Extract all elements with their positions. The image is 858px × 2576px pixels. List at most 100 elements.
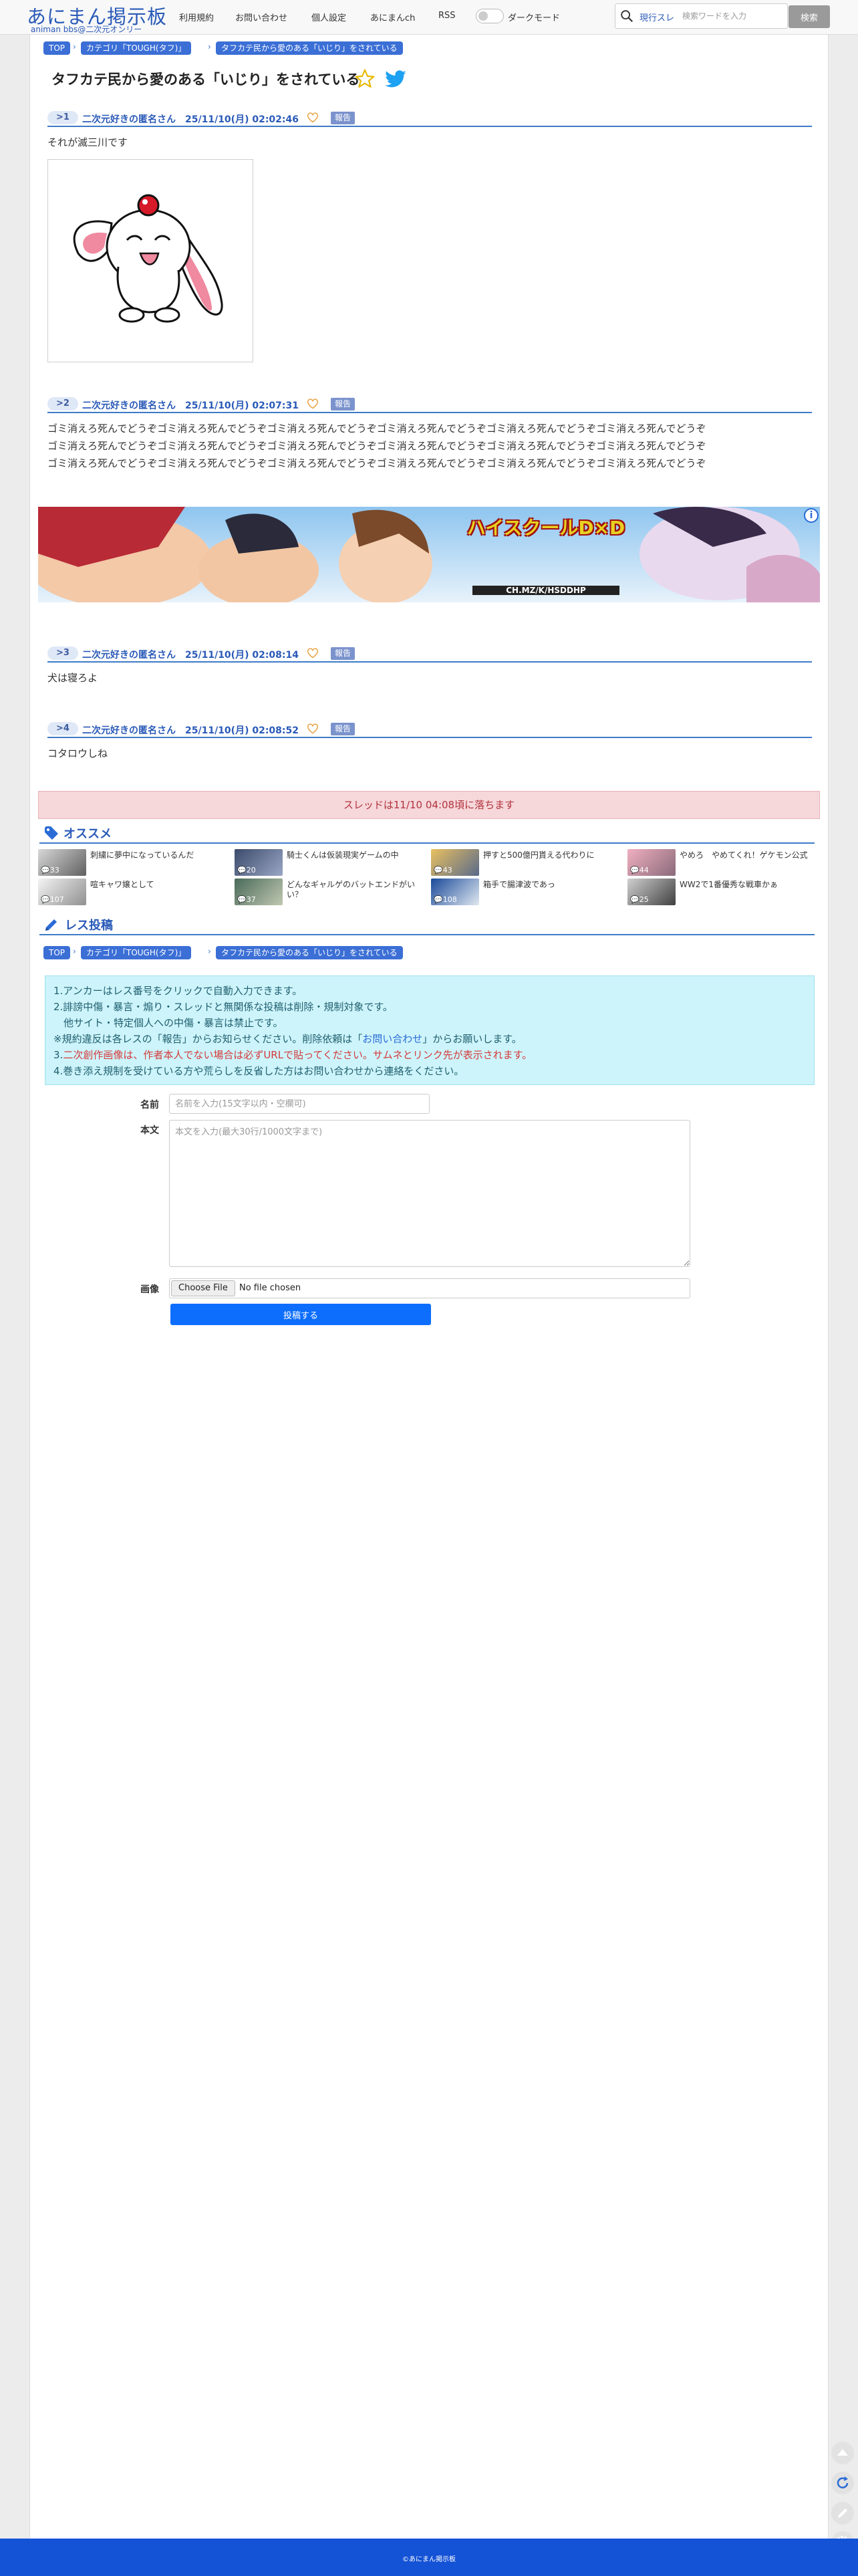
thread-expiry-notice: スレッドは11/10 04:08頃に落ちます [38,791,820,819]
post-number[interactable]: >3 [47,647,78,660]
post-image[interactable] [47,159,253,362]
ad-subtitle: CH.MZ/K/HSDDHP [472,586,619,595]
post-body: コタロウしね [47,747,108,759]
report-button[interactable]: 報告 [331,112,355,124]
search-input[interactable] [682,7,786,25]
rule-line: 4.巻き添え規制を受けている方や荒らしを反省した方はお問い合わせから連絡をくださ… [53,1065,464,1077]
recommend-item-title: 刺繍に夢中になっているんだ [90,850,194,860]
recommend-title: オススメ [63,827,112,841]
breadcrumb-separator: › [208,947,211,956]
dark-mode-toggle[interactable] [476,9,504,23]
rule-line: 他サイト・特定個人への中傷・暴言は禁止です。 [53,1017,283,1029]
recommend-item-title: 押すと500億円貰える代わりに [483,850,595,860]
twitter-share-icon[interactable] [384,70,407,90]
post-number[interactable]: >2 [47,397,78,411]
recommend-thumbnail: 💬33 [38,849,86,876]
like-heart-icon[interactable] [307,648,319,659]
comment-count: 💬43 [434,866,452,874]
recommend-item[interactable]: 💬33 刺繍に夢中になっているんだ [38,849,232,876]
name-input[interactable] [169,1094,430,1114]
post-body-line: ゴミ消えろ死んでどうぞゴミ消えろ死んでどうぞゴミ消えろ死んでどうぞゴミ消えろ死ん… [47,423,706,435]
recommend-item[interactable]: 💬20 騎士くんは仮装現実ゲームの中 [235,849,428,876]
dark-mode-label: ダークモード [508,13,561,23]
recommend-thumbnail: 💬107 [38,879,86,905]
like-heart-icon[interactable] [307,398,319,409]
main-content: TOP › カテゴリ「TOUGH(タフ)」 › タフカテ民から愛のある「いじり」… [29,35,829,2539]
posting-rules: 1.アンカーはレス番号をクリックで自動入力できます。 2.誹謗中傷・暴言・煽り・… [45,975,815,1085]
recommend-item[interactable]: 💬43 押すと500億円貰える代わりに [431,849,625,876]
report-button[interactable]: 報告 [331,398,355,411]
file-status: No file chosen [239,1283,301,1293]
site-logo[interactable]: あにまん掲示板 animan bbs@二次元オンリー [27,1,170,34]
recommend-item[interactable]: 💬44 やめろ やめてくれ！ゲケモン公式 [627,849,821,876]
like-heart-icon[interactable] [307,723,319,734]
search-scope-select[interactable]: 現行スレ [639,11,674,23]
report-button[interactable]: 報告 [331,647,355,660]
breadcrumb-category[interactable]: カテゴリ「TOUGH(タフ)」 [81,946,192,959]
report-button[interactable]: 報告 [331,723,355,735]
post-body: それが滅三川です [47,136,128,148]
favorite-star-icon[interactable] [354,68,376,90]
post-number[interactable]: >1 [47,111,78,124]
breadcrumb-thread[interactable]: タフカテ民から愛のある「いじり」をされている [216,946,403,959]
recommend-item[interactable]: 💬108 箱手で腸津波であっ [431,879,625,905]
recommend-item-title: WW2で1番優秀な戦車かぁ [680,880,778,889]
post-author-date: 二次元好きの匿名さん 25/11/10(月) 02:07:31 [82,400,299,411]
search-box: 現行スレ [615,3,788,29]
footer-copyright: ©あにまん掲示板 [402,2556,456,2563]
body-textarea[interactable] [169,1120,690,1267]
comment-count: 💬33 [41,866,59,874]
post-header: >2 二次元好きの匿名さん 25/11/10(月) 02:07:31 報告 [47,396,812,413]
breadcrumb-category[interactable]: カテゴリ「TOUGH(タフ)」 [81,41,192,55]
pencil-icon [45,919,57,931]
pencil-icon [838,2508,847,2518]
rule-line: 2.誹謗中傷・暴言・煽り・スレッドと無関係な投稿は削除・規制対象です。 [53,1001,393,1013]
comment-count: 💬107 [41,895,64,904]
recommend-item[interactable]: 💬37 どんなギャルゲのバットエンドがいい？ [235,879,428,905]
post-body: 犬は寝ろよ [47,672,98,684]
image-label: 画像 [140,1284,159,1295]
breadcrumb-top[interactable]: TOP [43,946,71,959]
ad-banner[interactable]: ハイスクールD×D CH.MZ/K/HSDDHP i [38,507,820,602]
nav-terms-link[interactable]: 利用規約 [179,11,214,23]
recommend-thumbnail: 💬108 [431,879,479,905]
comment-count: 💬20 [237,866,256,874]
nav-settings-link[interactable]: 個人設定 [311,11,346,23]
search-icon [621,10,633,23]
recommend-item[interactable]: 💬107 喧キャワ嬢として [38,879,232,905]
recommend-section-header: オススメ [39,824,815,844]
ad-info-icon[interactable]: i [804,508,819,523]
reload-button[interactable] [831,2472,854,2494]
tag-icon [45,826,58,840]
recommend-item[interactable]: 💬25 WW2で1番優秀な戦車かぁ [627,879,821,905]
nav-rss-link[interactable]: RSS [438,11,456,21]
comment-count: 💬25 [630,895,649,904]
contact-link[interactable]: お問い合わせ [362,1033,422,1045]
post-number[interactable]: >4 [47,722,78,735]
body-label: 本文 [140,1125,159,1136]
breadcrumb-thread[interactable]: タフカテ民から愛のある「いじり」をされている [216,41,403,55]
rule-line: 3.二次創作画像は、作者本人でない場合は必ずURLで貼ってください。サムネとリン… [53,1049,533,1061]
reply-section-header: レス投稿 [39,915,815,935]
rule-line: 1.アンカーはレス番号をクリックで自動入力できます。 [53,985,303,997]
choose-file-button[interactable]: Choose File [171,1280,235,1296]
recommend-thumbnail: 💬20 [235,849,283,876]
breadcrumb-top[interactable]: TOP [43,41,71,55]
scroll-top-button[interactable] [831,2442,854,2464]
search-button[interactable]: 検索 [789,5,830,28]
like-heart-icon[interactable] [307,112,319,123]
ad-artwork [38,507,820,602]
reload-icon [837,2476,849,2488]
nav-animanch-link[interactable]: あにまんch [370,11,415,23]
post-body-line: ゴミ消えろ死んでどうぞゴミ消えろ死んでどうぞゴミ消えろ死んでどうぞゴミ消えろ死ん… [47,457,706,469]
reply-title: レス投稿 [65,919,113,933]
nav-contact-link[interactable]: お問い合わせ [235,11,287,23]
recommend-thumbnail: 💬37 [235,879,283,905]
name-label: 名前 [140,1100,159,1110]
submit-button[interactable]: 投稿する [170,1304,431,1325]
post-author-date: 二次元好きの匿名さん 25/11/10(月) 02:02:46 [82,114,299,125]
write-button[interactable] [831,2502,854,2525]
post-header: >3 二次元好きの匿名さん 25/11/10(月) 02:08:14 報告 [47,645,812,663]
comment-count: 💬37 [237,895,256,904]
image-file-input[interactable]: Choose File No file chosen [169,1278,690,1298]
